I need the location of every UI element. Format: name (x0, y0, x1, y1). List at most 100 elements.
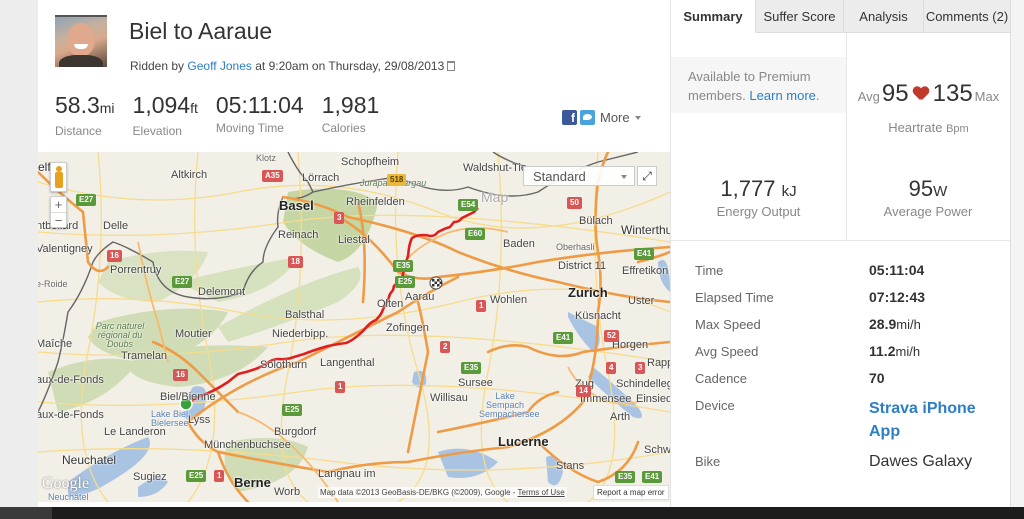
athlete-link[interactable]: Geoff Jones (187, 59, 252, 73)
detail-row: Max Speed 28.9mi/h (695, 316, 995, 333)
map-label: Delemont (198, 286, 246, 298)
map-label: District 11 (558, 260, 607, 272)
heartrate-label: Heartrate Bpm (847, 120, 1010, 135)
map-label: Lucerne (498, 434, 549, 449)
detail-value: 11.2 (869, 343, 896, 359)
heartrate-summary: Avg 95 135 Max Heartrate Bpm (847, 80, 1010, 135)
more-button[interactable]: More (600, 110, 630, 125)
detail-row: Bike Dawes Galaxy (695, 453, 995, 470)
zoom-in-button[interactable]: + (51, 197, 66, 212)
map-label: Einsiedel (636, 393, 670, 405)
road-shield: 518 (387, 174, 407, 186)
road-shield: E41 (634, 248, 655, 260)
road-shield: 14 (576, 385, 591, 397)
stat-unit: mi (99, 100, 115, 116)
road-shield: E54 (458, 199, 479, 211)
stat-distance: 58.3mi Distance (55, 92, 115, 138)
energy-value: 1,777 (720, 176, 776, 201)
device-link[interactable]: Strava iPhone App (869, 397, 989, 443)
road-shield: 2 (440, 341, 451, 353)
terms-of-use-link[interactable]: Terms of Use (518, 488, 565, 497)
map-type-select[interactable]: Standard (523, 166, 635, 186)
map-label: e-Roide (38, 279, 68, 289)
road-shield: 3 (334, 212, 345, 224)
road-shield: 52 (604, 330, 619, 342)
stat-label: Elevation (132, 124, 182, 138)
map-label: Zofingen (386, 322, 429, 334)
report-map-error-button[interactable]: Report a map error (593, 485, 669, 500)
street-view-pegman-icon[interactable] (50, 162, 67, 192)
map-attribution: Map data ©2013 GeoBasis-DE/BKG (©2009), … (318, 487, 567, 498)
map-label: Olten (377, 298, 404, 310)
detail-row: Cadence 70 (695, 370, 995, 387)
stat-value: 1,981 (321, 92, 380, 118)
stat-elevation: 1,094ft Elevation (133, 92, 198, 138)
detail-value: 07:12:43 (869, 289, 926, 305)
hr-max-value: 135 (932, 80, 973, 107)
map-label: Porrentruy (110, 264, 162, 276)
road-shield: E60 (465, 228, 486, 240)
taskbar-segment (0, 507, 52, 519)
map-watermark: Map (481, 189, 509, 205)
road-shield: E27 (76, 194, 97, 206)
road-shield: E25 (186, 470, 207, 482)
road-shield: 16 (107, 250, 122, 262)
calendar-icon[interactable] (447, 61, 456, 71)
map-label: Biel/Bienne (160, 391, 216, 403)
chevron-down-icon[interactable] (634, 115, 641, 120)
map-label: Valentigney (38, 243, 93, 255)
map-label: Rapp (647, 357, 670, 369)
tab-analysis[interactable]: Analysis (844, 0, 924, 33)
learn-more-link[interactable]: Learn more (749, 88, 815, 103)
detail-row: Time 05:11:04 (695, 262, 995, 279)
map-label: Aarau (405, 291, 435, 303)
athlete-avatar[interactable] (55, 15, 107, 67)
road-shield: 3 (635, 362, 646, 374)
tab-comments[interactable]: Comments (2) (924, 0, 1010, 33)
divider (671, 240, 1010, 241)
road-shield: E35 (615, 471, 636, 483)
road-shield: E25 (395, 276, 416, 288)
tab-summary[interactable]: Summary (671, 0, 756, 33)
page-edge (1010, 0, 1024, 507)
map-label: Münchenbuchsee (204, 439, 291, 451)
road-shield: 16 (173, 369, 188, 381)
detail-key: Bike (695, 454, 721, 469)
twitter-icon[interactable] (580, 110, 595, 125)
hr-avg-label: Avg (857, 89, 880, 104)
heart-icon (913, 87, 929, 101)
stat-value: 58.3 (55, 92, 100, 118)
map-label: Arth (610, 411, 631, 423)
map-label: Burgdorf (274, 426, 317, 438)
map-label: Waldshut-Tie (463, 162, 527, 174)
power-label: Average Power (883, 204, 973, 219)
detail-key: Device (695, 398, 735, 413)
activity-stats: 58.3mi Distance 1,094ft Elevation 05:11:… (55, 92, 397, 138)
zoom-out-button[interactable]: − (51, 212, 66, 228)
stat-value: 05:11:04 (215, 92, 304, 118)
map-label: Worb (274, 486, 301, 498)
map-label: Niederbipp. (272, 328, 329, 340)
road-shield: E41 (553, 332, 574, 344)
detail-row: Avg Speed 11.2mi/h (695, 343, 995, 360)
activity-datetime: at 9:20am on Thursday, 29/08/2013 (255, 59, 445, 73)
detail-key: Time (695, 263, 724, 278)
map-label: aux-de-Fonds (38, 374, 104, 386)
road-shield: 18 (288, 256, 303, 268)
energy-output: 1,777 kJ Energy Output (671, 176, 846, 219)
activity-byline: Ridden by Geoff Jones at 9:20am on Thurs… (130, 59, 456, 73)
share-bar: f More (562, 110, 641, 125)
route-map[interactable]: Klotz elfort Altkirch Schopfheim Lörrach… (38, 152, 670, 502)
tab-suffer-score[interactable]: Suffer Score (756, 0, 844, 33)
map-label: Stans (556, 460, 585, 472)
google-logo[interactable]: Google (42, 475, 89, 493)
road-shield: 1 (335, 381, 346, 393)
facebook-icon[interactable]: f (562, 110, 577, 125)
detail-value: 05:11:04 (869, 262, 925, 278)
power-value: 95 (908, 176, 934, 201)
map-label: Lörrach (302, 172, 340, 184)
map-label: Moutier (175, 328, 212, 340)
map-label: Reinach (278, 229, 319, 241)
fullscreen-icon[interactable]: ⤢ (637, 166, 657, 186)
road-shield: E27 (172, 276, 193, 288)
